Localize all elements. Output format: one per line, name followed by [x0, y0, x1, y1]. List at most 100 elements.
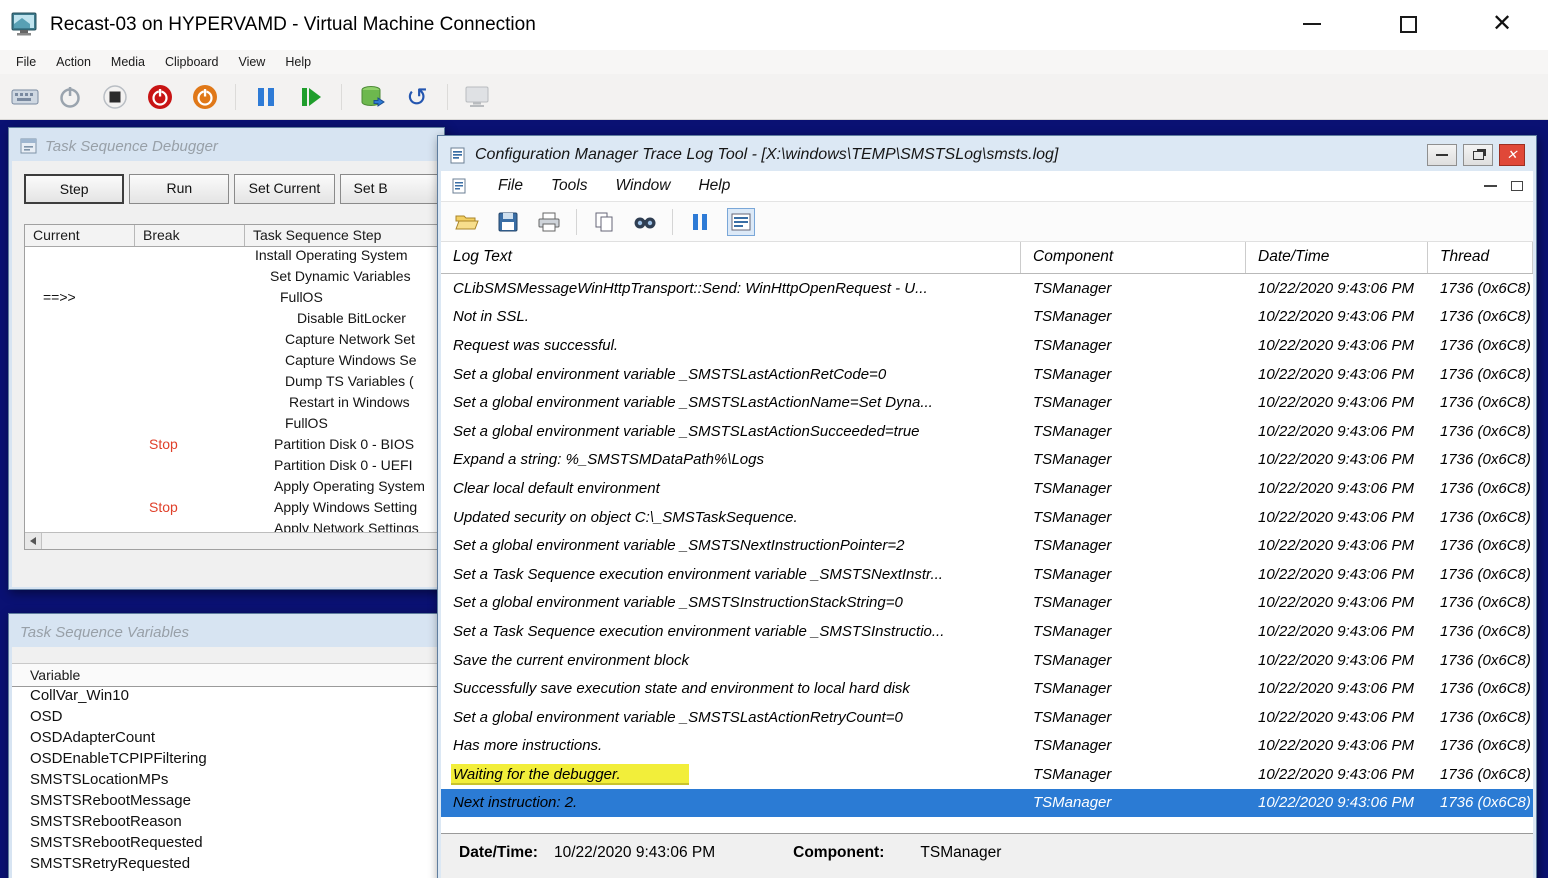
enhanced-session-icon[interactable] — [463, 82, 493, 112]
child-restore-icon[interactable] — [1511, 181, 1523, 191]
stop-icon[interactable] — [100, 82, 130, 112]
print-icon[interactable] — [535, 208, 563, 236]
variable-row[interactable]: OSDAdapterCount — [12, 729, 441, 750]
menu-file[interactable]: File — [6, 52, 46, 72]
realtime-view-icon[interactable] — [727, 208, 755, 236]
column-header-log-text[interactable]: Log Text — [441, 242, 1021, 273]
maximize-button[interactable] — [1380, 2, 1436, 46]
log-row[interactable]: Not in SSL.TSManager10/22/2020 9:43:06 P… — [441, 303, 1533, 332]
task-sequence-row[interactable]: Restart in Windows — [25, 394, 437, 415]
log-row[interactable]: Set a global environment variable _SMSTS… — [441, 589, 1533, 618]
task-sequence-row[interactable]: Install Operating System — [25, 247, 437, 268]
task-sequence-row[interactable]: FullOS — [25, 415, 437, 436]
shut-down-icon[interactable] — [190, 82, 220, 112]
task-sequence-row[interactable]: Apply Operating System — [25, 478, 437, 499]
cmtrace-restore-button[interactable] — [1463, 144, 1493, 166]
log-row[interactable]: Has more instructions.TSManager10/22/202… — [441, 732, 1533, 761]
log-row[interactable]: Clear local default environmentTSManager… — [441, 474, 1533, 503]
variable-row[interactable]: SMSTSRebootReason — [12, 813, 441, 834]
log-row[interactable]: Set a Task Sequence execution environmen… — [441, 617, 1533, 646]
minimize-button[interactable] — [1284, 2, 1340, 46]
log-row[interactable]: Request was successful.TSManager10/22/20… — [441, 331, 1533, 360]
ctrl-alt-del-icon[interactable] — [10, 82, 40, 112]
variable-row[interactable]: SMSTSRetryRequested — [12, 855, 441, 876]
vm-desktop[interactable]: Task Sequence Debugger Step Run Set Curr… — [0, 120, 1548, 878]
task-sequence-row[interactable]: ==>>FullOS — [25, 289, 437, 310]
find-icon[interactable] — [631, 208, 659, 236]
cmtrace-window[interactable]: Configuration Manager Trace Log Tool - [… — [437, 135, 1537, 878]
menu-help[interactable]: Help — [684, 177, 744, 195]
task-sequence-debugger-window[interactable]: Task Sequence Debugger Step Run Set Curr… — [8, 127, 445, 590]
log-row[interactable]: Save the current environment blockTSMana… — [441, 646, 1533, 675]
task-sequence-row[interactable]: Set Dynamic Variables — [25, 268, 437, 289]
pause-icon[interactable] — [686, 208, 714, 236]
variable-row[interactable]: SMSTSRebootRequested — [12, 834, 441, 855]
variables-titlebar[interactable]: Task Sequence Variables — [12, 617, 441, 647]
column-header-thread[interactable]: Thread — [1428, 242, 1533, 273]
variable-row[interactable]: SMSTSRebootMessage — [12, 792, 441, 813]
cmtrace-titlebar[interactable]: Configuration Manager Trace Log Tool - [… — [441, 139, 1533, 171]
task-sequence-row[interactable]: Dump TS Variables ( — [25, 373, 437, 394]
log-row[interactable]: Set a Task Sequence execution environmen… — [441, 560, 1533, 589]
checkpoint-icon[interactable] — [357, 82, 387, 112]
cmtrace-close-button[interactable]: ✕ — [1499, 144, 1525, 166]
open-icon[interactable] — [453, 208, 481, 236]
log-row[interactable]: Next instruction: 2.TSManager10/22/2020 … — [441, 789, 1533, 818]
set-break-button[interactable]: Set B — [340, 174, 442, 204]
variable-row[interactable]: OSD — [12, 708, 441, 729]
copy-icon[interactable] — [590, 208, 618, 236]
log-row[interactable]: Set a global environment variable _SMSTS… — [441, 531, 1533, 560]
column-header-current[interactable]: Current — [25, 225, 135, 246]
log-row[interactable]: Updated security on object C:\_SMSTaskSe… — [441, 503, 1533, 532]
column-header-component[interactable]: Component — [1021, 242, 1246, 273]
menu-clipboard[interactable]: Clipboard — [155, 52, 229, 72]
pause-icon[interactable] — [251, 82, 281, 112]
menu-media[interactable]: Media — [101, 52, 155, 72]
cmtrace-minimize-button[interactable] — [1427, 144, 1457, 166]
child-minimize-icon[interactable] — [1484, 185, 1497, 187]
column-header-step[interactable]: Task Sequence Step — [245, 225, 437, 246]
menu-window[interactable]: Window — [601, 177, 684, 195]
turn-off-icon[interactable] — [145, 82, 175, 112]
start-icon[interactable] — [296, 82, 326, 112]
log-row[interactable]: Set a global environment variable _SMSTS… — [441, 388, 1533, 417]
column-header-datetime[interactable]: Date/Time — [1246, 242, 1428, 273]
task-sequence-variables-window[interactable]: Task Sequence Variables Variable CollVar… — [8, 613, 445, 878]
variable-row[interactable]: OSDEnableTCPIPFiltering — [12, 750, 441, 771]
log-row[interactable]: Set a global environment variable _SMSTS… — [441, 703, 1533, 732]
menu-view[interactable]: View — [228, 52, 275, 72]
task-sequence-row[interactable]: Capture Windows Se — [25, 352, 437, 373]
task-sequence-row[interactable]: StopApply Windows Setting — [25, 499, 437, 520]
log-row[interactable]: Successfully save execution state and en… — [441, 674, 1533, 703]
task-sequence-row[interactable]: Disable BitLocker — [25, 310, 437, 331]
task-sequence-row[interactable]: StopPartition Disk 0 - BIOS — [25, 436, 437, 457]
step-cell: FullOS — [245, 415, 437, 436]
set-current-button[interactable]: Set Current — [234, 174, 334, 204]
scroll-left-button[interactable] — [25, 533, 42, 549]
log-row[interactable]: CLibSMSMessageWinHttpTransport::Send: Wi… — [441, 274, 1533, 303]
column-header-break[interactable]: Break — [135, 225, 245, 246]
power-icon[interactable] — [55, 82, 85, 112]
log-row[interactable]: Set a global environment variable _SMSTS… — [441, 417, 1533, 446]
variable-row[interactable]: SMSTSLocationMPs — [12, 771, 441, 792]
horizontal-scrollbar[interactable] — [25, 532, 437, 549]
variable-row[interactable]: CollVar_Win10 — [12, 687, 441, 708]
step-button[interactable]: Step — [24, 174, 124, 204]
task-sequence-row[interactable]: Capture Network Set — [25, 331, 437, 352]
log-row[interactable]: Set a global environment variable _SMSTS… — [441, 360, 1533, 389]
task-sequence-row[interactable]: Apply Network Settings — [25, 520, 437, 532]
menu-help[interactable]: Help — [275, 52, 321, 72]
run-button[interactable]: Run — [129, 174, 229, 204]
log-row[interactable]: Waiting for the debugger.TSManager10/22/… — [441, 760, 1533, 789]
log-text-cell: Set a global environment variable _SMSTS… — [441, 594, 1021, 611]
menu-file[interactable]: File — [484, 177, 537, 195]
revert-icon[interactable]: ↺ — [402, 82, 432, 112]
save-icon[interactable] — [494, 208, 522, 236]
column-header-variable[interactable]: Variable — [12, 663, 441, 687]
log-row[interactable]: Expand a string: %_SMSTSMDataPath%\LogsT… — [441, 446, 1533, 475]
debugger-titlebar[interactable]: Task Sequence Debugger — [12, 131, 441, 161]
menu-tools[interactable]: Tools — [537, 177, 601, 195]
task-sequence-row[interactable]: Partition Disk 0 - UEFI — [25, 457, 437, 478]
menu-action[interactable]: Action — [46, 52, 101, 72]
close-button[interactable]: ✕ — [1474, 2, 1530, 46]
